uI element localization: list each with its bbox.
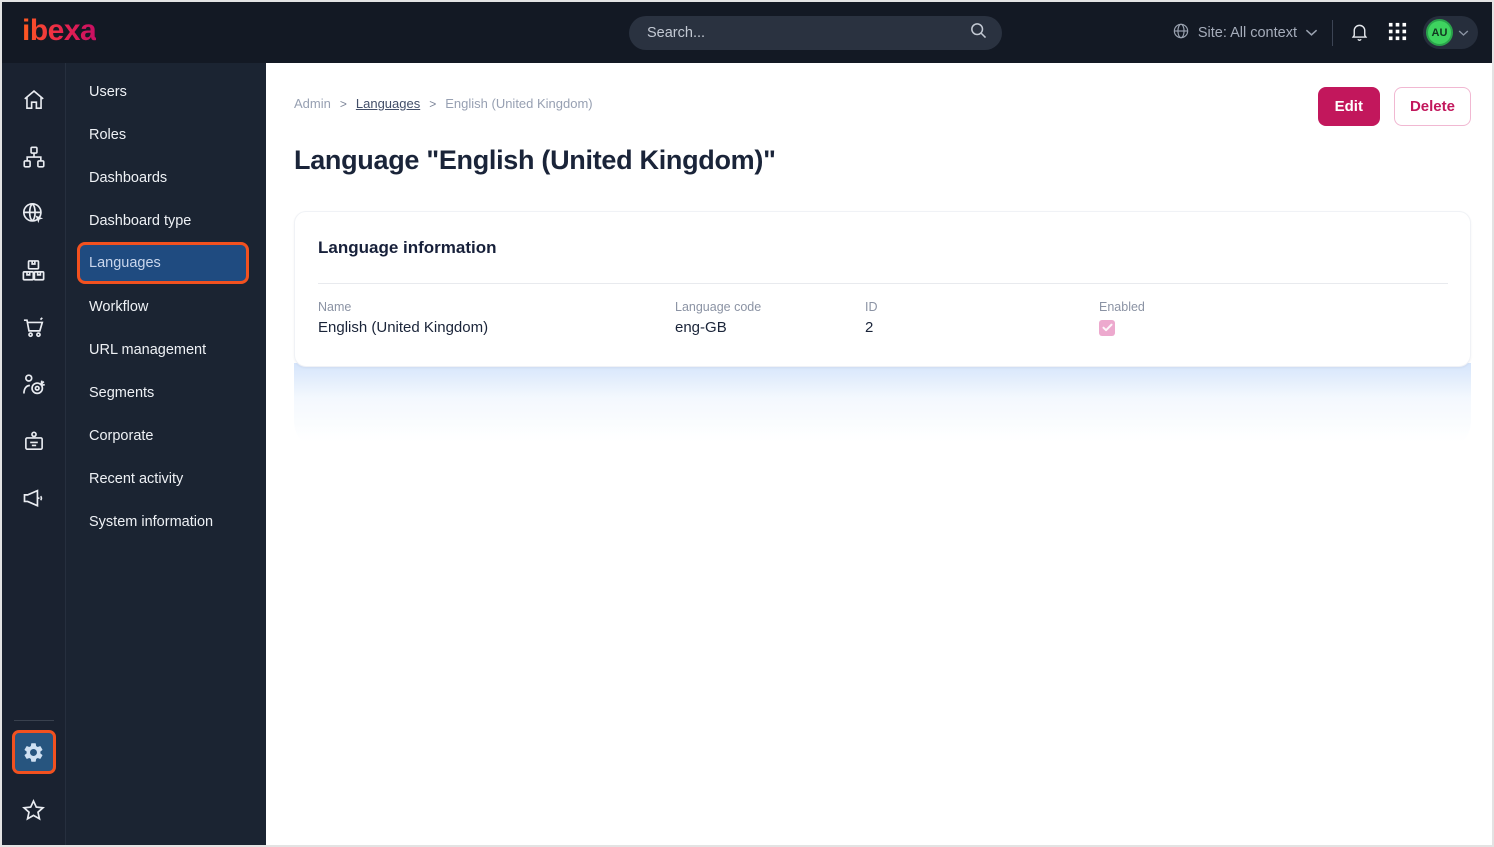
card-heading: Language information	[318, 238, 497, 257]
chevron-down-icon	[1305, 25, 1318, 41]
star-icon	[20, 797, 47, 824]
sidebar-item-workflow[interactable]: Workflow	[66, 285, 266, 328]
rail-settings-button[interactable]	[11, 730, 56, 774]
globe-icon	[1172, 22, 1190, 44]
check-icon	[1101, 319, 1113, 337]
rail-corporate-button[interactable]	[2, 413, 66, 470]
sidebar-item-users[interactable]: Users	[66, 70, 266, 113]
rail-bottom	[2, 720, 65, 833]
audience-target-icon	[20, 371, 47, 398]
search-input[interactable]	[647, 25, 969, 41]
main-header: Admin > Languages > English (United King…	[294, 63, 1471, 126]
site-context-label: Site: All context	[1197, 24, 1297, 41]
user-menu[interactable]: AU	[1423, 16, 1478, 49]
rail-bookmarks-button[interactable]	[2, 787, 66, 833]
card-divider	[318, 283, 1448, 284]
action-buttons: Edit Delete	[1317, 87, 1471, 126]
chevron-down-icon	[1458, 24, 1469, 42]
sidebar-item-system-information[interactable]: System information	[66, 500, 266, 543]
site-globe-icon	[20, 200, 47, 227]
apps-grid-icon	[1388, 22, 1407, 44]
breadcrumb: Admin > Languages > English (United King…	[294, 87, 593, 111]
search-icon	[969, 21, 988, 45]
sidebar-item-dashboards[interactable]: Dashboards	[66, 156, 266, 199]
sidebar-item-roles[interactable]: Roles	[66, 113, 266, 156]
topbar-right-cluster: Site: All context AU	[1172, 2, 1478, 63]
content-tree-icon	[21, 144, 47, 170]
home-icon	[21, 87, 47, 113]
delete-button[interactable]: Delete	[1393, 87, 1471, 126]
field-value: English (United Kingdom)	[318, 319, 489, 336]
field-label: ID	[865, 300, 878, 314]
bell-icon	[1349, 21, 1370, 45]
gear-icon	[22, 741, 45, 764]
topbar: ibexa Site: All context	[2, 2, 1492, 63]
apps-menu-button[interactable]	[1386, 20, 1409, 46]
language-information-card: Language information Name English (Unite…	[294, 211, 1471, 367]
breadcrumb-current: English (United Kingdom)	[445, 96, 593, 111]
rail-commerce-button[interactable]	[2, 299, 66, 356]
enabled-checkbox	[1099, 320, 1115, 336]
card-glow	[294, 363, 1471, 451]
language-fields: Name English (United Kingdom) Language c…	[318, 300, 1448, 336]
rail-divider	[13, 720, 54, 721]
search-bar[interactable]	[629, 16, 1002, 50]
field-id: ID 2	[865, 300, 1099, 336]
breadcrumb-admin: Admin	[294, 96, 331, 111]
notifications-button[interactable]	[1347, 19, 1372, 47]
icon-rail	[2, 63, 66, 845]
rail-content-tree-button[interactable]	[2, 128, 66, 185]
settings-sidebar: Users Roles Dashboards Dashboard type La…	[66, 63, 266, 845]
ibexa-logo[interactable]: ibexa	[22, 14, 97, 48]
breadcrumb-separator: >	[429, 96, 437, 111]
field-label: Language code	[675, 300, 762, 314]
page-title: Language "English (United Kingdom)"	[294, 145, 776, 175]
edit-button[interactable]: Edit	[1317, 87, 1380, 126]
sidebar-item-segments[interactable]: Segments	[66, 371, 266, 414]
sidebar-item-languages[interactable]: Languages	[77, 242, 249, 284]
breadcrumb-separator: >	[339, 96, 347, 111]
sidebar-item-dashboard-type[interactable]: Dashboard type	[66, 199, 266, 242]
rail-home-button[interactable]	[2, 71, 66, 128]
ibexa-admin-screen: ibexa Site: All context	[0, 0, 1494, 847]
field-name: Name English (United Kingdom)	[318, 300, 675, 336]
field-label: Name	[318, 300, 352, 314]
site-context-selector[interactable]: Site: All context	[1172, 22, 1318, 44]
main-content: Admin > Languages > English (United King…	[266, 63, 1492, 845]
products-boxes-icon	[20, 257, 47, 284]
field-label: Enabled	[1099, 300, 1145, 314]
megaphone-icon	[20, 485, 47, 512]
sidebar-item-url-management[interactable]: URL management	[66, 328, 266, 371]
sidebar-item-recent-activity[interactable]: Recent activity	[66, 457, 266, 500]
field-language-code: Language code eng-GB	[675, 300, 865, 336]
breadcrumb-languages-link[interactable]: Languages	[356, 96, 420, 111]
field-value: 2	[865, 319, 874, 336]
rail-site-button[interactable]	[2, 185, 66, 242]
cart-icon	[20, 314, 47, 341]
rail-personalization-button[interactable]	[2, 356, 66, 413]
field-enabled: Enabled	[1099, 300, 1448, 336]
topbar-divider	[1332, 19, 1333, 46]
avatar: AU	[1426, 19, 1453, 46]
field-value: eng-GB	[675, 319, 727, 336]
sidebar-item-corporate[interactable]: Corporate	[66, 414, 266, 457]
rail-products-button[interactable]	[2, 242, 66, 299]
id-badge-icon	[21, 429, 47, 455]
rail-marketing-button[interactable]	[2, 470, 66, 527]
